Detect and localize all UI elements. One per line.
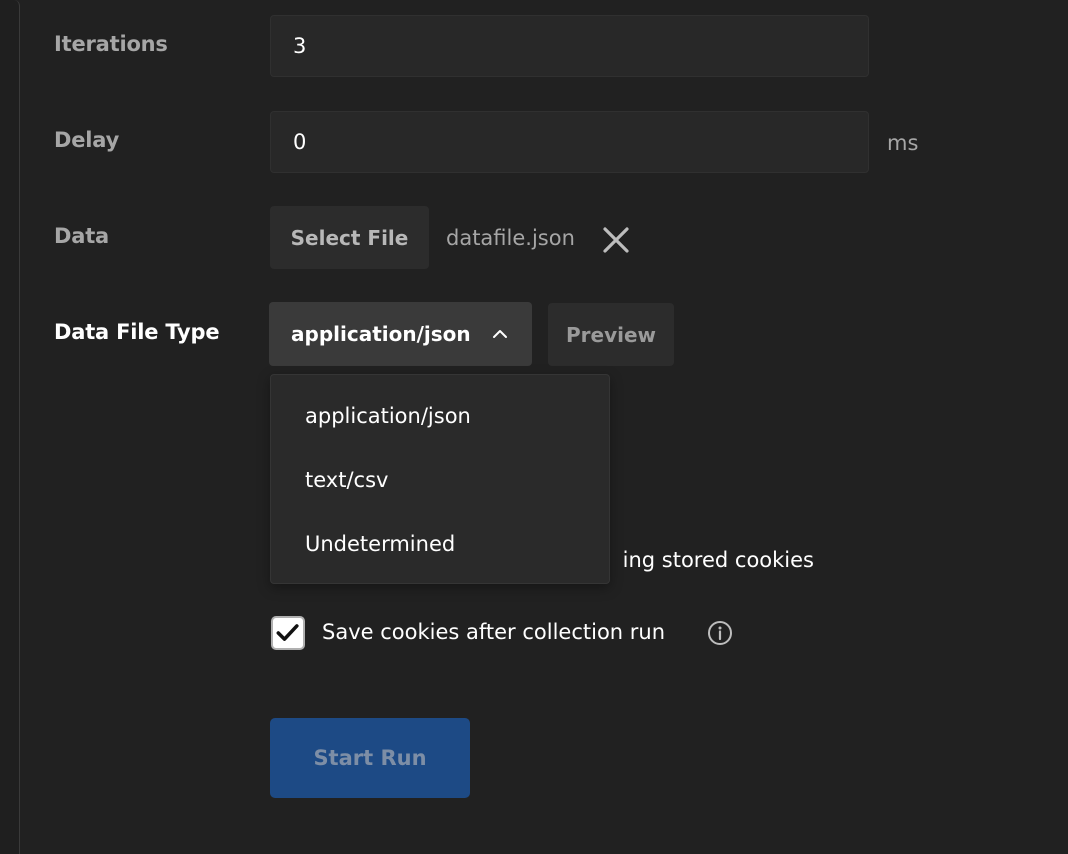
dropdown-option-undetermined[interactable]: Undetermined xyxy=(271,512,609,576)
sidebar-edge xyxy=(0,0,20,854)
dropdown-option-text-csv[interactable]: text/csv xyxy=(271,448,609,512)
select-value: application/json xyxy=(291,322,471,346)
chevron-up-icon xyxy=(493,330,507,338)
iterations-input[interactable] xyxy=(270,15,869,77)
delay-label: Delay xyxy=(54,128,120,152)
iterations-label: Iterations xyxy=(54,32,168,56)
delay-input[interactable] xyxy=(270,111,869,173)
data-file-type-dropdown: application/json text/csv Undetermined xyxy=(270,374,610,584)
info-icon[interactable] xyxy=(707,620,733,646)
data-file-type-select[interactable]: application/json xyxy=(269,302,532,366)
preview-button[interactable]: Preview xyxy=(548,303,674,366)
start-run-button[interactable]: Start Run xyxy=(270,718,470,798)
dropdown-option-application-json[interactable]: application/json xyxy=(271,384,609,448)
data-file-type-label: Data File Type xyxy=(54,320,220,344)
delay-unit: ms xyxy=(887,131,919,155)
save-cookies-label: Save cookies after collection run xyxy=(322,620,666,644)
selected-file-name: datafile.json xyxy=(446,226,575,250)
close-icon[interactable] xyxy=(602,226,630,254)
data-label: Data xyxy=(54,224,110,248)
save-cookies-checkbox[interactable] xyxy=(271,616,305,650)
runner-settings-panel: Iterations Delay ms Data Select File dat… xyxy=(0,0,1068,854)
select-file-button[interactable]: Select File xyxy=(270,206,429,269)
checkmark-icon xyxy=(276,624,299,641)
